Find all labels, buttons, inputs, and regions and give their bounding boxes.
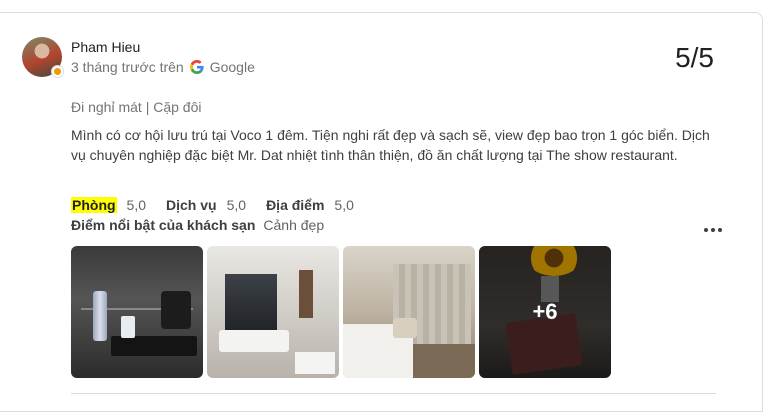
review-source: Google bbox=[209, 59, 255, 75]
photo-bedroom[interactable] bbox=[343, 246, 475, 378]
avatar[interactable] bbox=[22, 37, 64, 78]
reviewer-name[interactable]: Pham Hieu bbox=[71, 39, 140, 55]
divider bbox=[71, 393, 716, 394]
hotel-highlights: Điểm nổi bật của khách sạn Cảnh đẹp bbox=[71, 217, 324, 233]
rating-value-room: 5,0 bbox=[126, 197, 147, 213]
photo-minibar[interactable] bbox=[71, 246, 203, 378]
local-guide-badge-icon bbox=[51, 65, 64, 78]
more-photos-count: +6 bbox=[479, 246, 611, 378]
rating-label-service: Dịch vụ bbox=[166, 197, 217, 213]
highlights-value: Cảnh đẹp bbox=[263, 217, 325, 233]
trip-type: Đi nghỉ mát | Cặp đôi bbox=[71, 99, 202, 115]
review-text: Mình có cơ hội lưu trú tại Voco 1 đêm. T… bbox=[71, 127, 710, 163]
review-score: 5/5 bbox=[675, 42, 714, 73]
review-time: 3 tháng trước trên bbox=[71, 59, 184, 75]
category-ratings: Phòng 5,0 Dịch vụ 5,0 Địa điểm 5,0 bbox=[71, 197, 374, 213]
highlights-label: Điểm nổi bật của khách sạn bbox=[71, 217, 256, 233]
rating-label-location: Địa điểm bbox=[266, 197, 325, 213]
rating-value-service: 5,0 bbox=[226, 197, 247, 213]
photo-more[interactable]: +6 bbox=[479, 246, 611, 378]
more-vert-icon[interactable] bbox=[701, 222, 725, 238]
rating-value-location: 5,0 bbox=[334, 197, 354, 213]
rating-label-room: Phòng bbox=[71, 197, 117, 213]
photo-bathroom[interactable] bbox=[207, 246, 339, 378]
review-meta: 3 tháng trước trên Google bbox=[71, 59, 255, 75]
google-g-icon bbox=[189, 60, 204, 74]
review-photos: +6 bbox=[71, 246, 611, 378]
